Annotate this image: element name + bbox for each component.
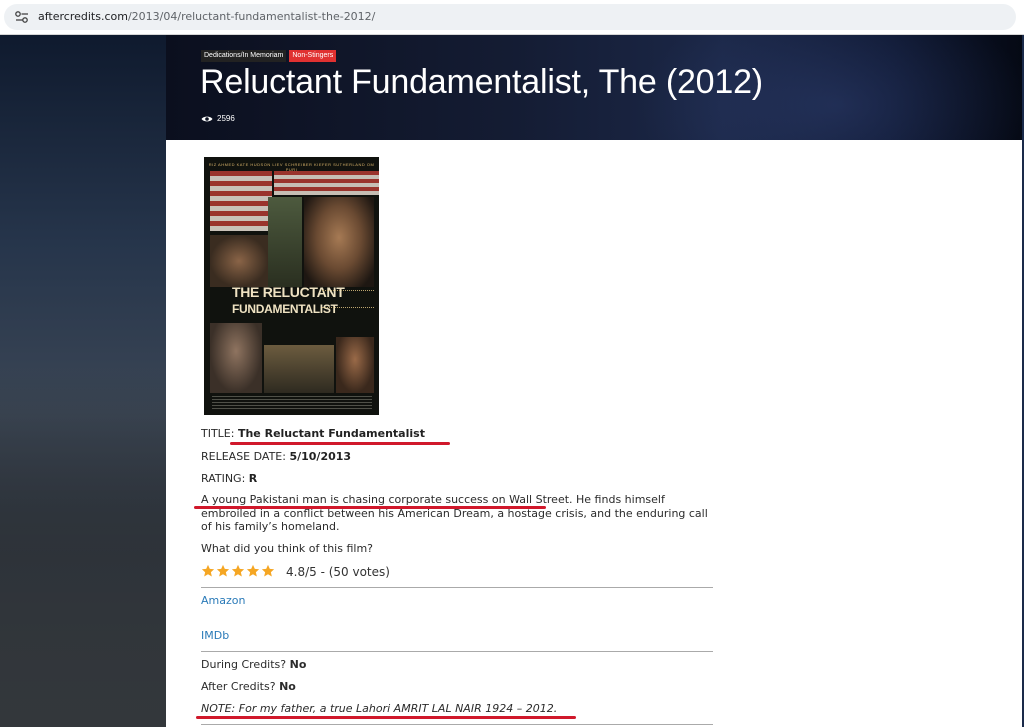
after-credits-row: After Credits? No — [201, 680, 296, 693]
eye-icon — [201, 116, 213, 121]
poster-panel — [268, 197, 302, 287]
poster-panel-left — [210, 235, 268, 287]
rating-value: R — [248, 472, 258, 485]
divider — [201, 651, 713, 652]
url-field[interactable]: aftercredits.com/2013/04/reluctant-funda… — [4, 4, 1016, 30]
synopsis: A young Pakistani man is chasing corpora… — [201, 493, 708, 533]
site-settings-icon[interactable] — [14, 10, 30, 24]
url-host: aftercredits.com — [38, 10, 128, 23]
title-label: TITLE: — [201, 427, 235, 440]
poster-laurels — [322, 290, 374, 308]
release-date-label: RELEASE DATE: — [201, 450, 286, 463]
divider — [201, 724, 713, 725]
post-header: Dedications/In Memoriam Non-Stingers Rel… — [166, 35, 1022, 140]
annotation-underline — [194, 506, 546, 509]
post-content: RIZ AHMED KATE HUDSON LIEV SCHREIBER KIE… — [166, 140, 1022, 727]
after-credits-label: After Credits? — [201, 680, 276, 693]
title-row: TITLE: The Reluctant Fundamentalist — [201, 427, 425, 440]
category-tags: Dedications/In Memoriam Non-Stingers — [201, 50, 337, 62]
poster-main-face — [304, 197, 374, 287]
poster-panel-bottom-mid — [264, 345, 334, 393]
rating-summary: 4.8/5 - (50 votes) — [286, 565, 390, 579]
star-icon[interactable] — [261, 564, 275, 578]
star-icon[interactable] — [216, 564, 230, 578]
view-counter: 2596 — [201, 114, 235, 123]
amazon-link[interactable]: Amazon — [201, 594, 245, 607]
vote-prompt: What did you think of this film? — [201, 542, 374, 555]
star-rating[interactable] — [201, 564, 275, 578]
release-date-row: RELEASE DATE: 5/10/2013 — [201, 450, 351, 463]
title-value: The Reluctant Fundamentalist — [237, 427, 425, 440]
poster-credits-block — [212, 396, 372, 410]
after-credits-value: No — [279, 680, 296, 693]
url-path: /2013/04/reluctant-fundamentalist-the-20… — [127, 10, 376, 23]
view-count: 2596 — [217, 114, 235, 123]
poster-panel-bottom-left — [210, 323, 262, 393]
during-credits-label: During Credits? — [201, 658, 287, 671]
annotation-underline — [230, 442, 450, 445]
url-text[interactable]: aftercredits.com/2013/04/reluctant-funda… — [38, 10, 375, 23]
background-left — [0, 35, 166, 727]
browser-address-bar: aftercredits.com/2013/04/reluctant-funda… — [0, 0, 1024, 35]
during-credits-row: During Credits? No — [201, 658, 306, 671]
divider — [201, 587, 713, 588]
movie-poster[interactable]: RIZ AHMED KATE HUDSON LIEV SCHREIBER KIE… — [204, 157, 379, 415]
page-title: Reluctant Fundamentalist, The (2012) — [200, 63, 763, 101]
poster-flag-panel-2 — [274, 171, 379, 195]
annotation-underline — [196, 716, 576, 719]
poster-panel-bottom-right — [336, 337, 374, 393]
star-icon[interactable] — [246, 564, 260, 578]
dedication-note: NOTE: For my father, a true Lahori AMRIT… — [201, 702, 558, 715]
during-credits-value: No — [289, 658, 307, 671]
star-icon[interactable] — [201, 564, 215, 578]
tag-dedications[interactable]: Dedications/In Memoriam — [201, 50, 287, 62]
tag-non-stingers[interactable]: Non-Stingers — [289, 50, 337, 62]
imdb-link[interactable]: IMDb — [201, 629, 229, 642]
rating-label: RATING: — [201, 472, 246, 485]
star-icon[interactable] — [231, 564, 245, 578]
release-date-value: 5/10/2013 — [289, 450, 352, 463]
rating-row: RATING: R — [201, 472, 257, 485]
poster-flag-panel — [210, 171, 272, 231]
